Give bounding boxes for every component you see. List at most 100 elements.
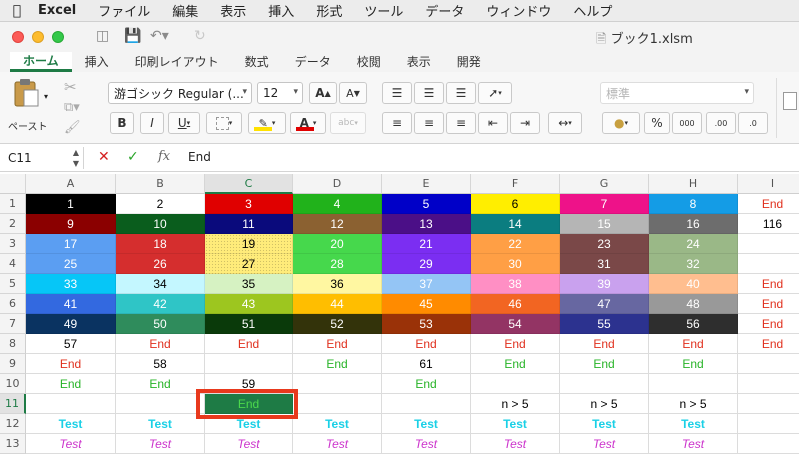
cell-b5[interactable]: 34 xyxy=(116,274,205,294)
align-bottom-button[interactable]: ☰ xyxy=(446,82,476,104)
menu-data[interactable]: データ xyxy=(414,1,475,20)
cell-e1[interactable]: 5 xyxy=(382,194,471,214)
menu-view[interactable]: 表示 xyxy=(209,1,257,20)
cell-a12[interactable]: Test xyxy=(26,414,116,434)
column-header-f[interactable]: F xyxy=(471,174,560,194)
cell-g1[interactable]: 7 xyxy=(560,194,649,214)
cell-a1[interactable]: 1 xyxy=(26,194,116,214)
menu-format[interactable]: 形式 xyxy=(305,1,353,20)
cell-c13[interactable]: Test xyxy=(205,434,293,454)
cell-a7[interactable]: 49 xyxy=(26,314,116,334)
font-name-select[interactable]: 游ゴシック Regular (... ▾ xyxy=(108,82,252,104)
cell-h2[interactable]: 16 xyxy=(649,214,738,234)
cell-d1[interactable]: 4 xyxy=(293,194,382,214)
cell-d11[interactable] xyxy=(293,394,382,414)
cell-e12[interactable]: Test xyxy=(382,414,471,434)
tab-view[interactable]: 表示 xyxy=(394,52,444,72)
format-painter-icon[interactable]: 🖌 xyxy=(64,120,81,135)
cell-g9[interactable]: End xyxy=(560,354,649,374)
increase-decimal-button[interactable]: .00 xyxy=(706,112,736,134)
cut-icon[interactable]: ✂ xyxy=(64,78,77,96)
cell-c11[interactable]: End xyxy=(205,394,293,414)
cell-g5[interactable]: 39 xyxy=(560,274,649,294)
cell-f5[interactable]: 38 xyxy=(471,274,560,294)
cell-i12[interactable] xyxy=(738,414,799,434)
cell-b13[interactable]: Test xyxy=(116,434,205,454)
cell-f8[interactable]: End xyxy=(471,334,560,354)
align-center-button[interactable]: ≡ xyxy=(414,112,444,134)
cell-i13[interactable] xyxy=(738,434,799,454)
row-header-7[interactable]: 7 xyxy=(0,314,26,334)
cell-a3[interactable]: 17 xyxy=(26,234,116,254)
cell-c12[interactable]: Test xyxy=(205,414,293,434)
cell-e10[interactable]: End xyxy=(382,374,471,394)
cell-b8[interactable]: End xyxy=(116,334,205,354)
cell-b7[interactable]: 50 xyxy=(116,314,205,334)
cell-e11[interactable] xyxy=(382,394,471,414)
cell-g3[interactable]: 23 xyxy=(560,234,649,254)
cell-h1[interactable]: 8 xyxy=(649,194,738,214)
cell-d7[interactable]: 52 xyxy=(293,314,382,334)
row-header-3[interactable]: 3 xyxy=(0,234,26,254)
column-header-c[interactable]: C xyxy=(205,174,293,194)
cell-b3[interactable]: 18 xyxy=(116,234,205,254)
menu-file[interactable]: ファイル xyxy=(87,1,161,20)
row-header-11[interactable]: 11 xyxy=(0,394,26,414)
cell-g2[interactable]: 15 xyxy=(560,214,649,234)
cell-b11[interactable] xyxy=(116,394,205,414)
cell-i2[interactable]: 116 xyxy=(738,214,799,234)
tab-data[interactable]: データ xyxy=(282,52,344,72)
cell-a11[interactable] xyxy=(26,394,116,414)
cell-d6[interactable]: 44 xyxy=(293,294,382,314)
cell-f12[interactable]: Test xyxy=(471,414,560,434)
row-header-1[interactable]: 1 xyxy=(0,194,26,214)
cell-h13[interactable]: Test xyxy=(649,434,738,454)
menu-help[interactable]: ヘルプ xyxy=(562,1,623,20)
cell-i11[interactable] xyxy=(738,394,799,414)
underline-button[interactable]: U ▾ xyxy=(168,112,200,134)
wrap-text-button[interactable]: ↔ ▾ xyxy=(548,112,582,134)
row-header-6[interactable]: 6 xyxy=(0,294,26,314)
cell-b4[interactable]: 26 xyxy=(116,254,205,274)
column-header-b[interactable]: B xyxy=(116,174,205,194)
cell-c9[interactable] xyxy=(205,354,293,374)
cell-a13[interactable]: Test xyxy=(26,434,116,454)
cell-d4[interactable]: 28 xyxy=(293,254,382,274)
align-left-button[interactable]: ≡ xyxy=(382,112,412,134)
cell-f1[interactable]: 6 xyxy=(471,194,560,214)
redo-icon[interactable]: ↻ xyxy=(194,28,206,44)
cell-i7[interactable]: End xyxy=(738,314,799,334)
cell-i10[interactable] xyxy=(738,374,799,394)
cell-f10[interactable] xyxy=(471,374,560,394)
row-header-12[interactable]: 12 xyxy=(0,414,26,434)
column-header-a[interactable]: A xyxy=(26,174,116,194)
select-all-corner[interactable] xyxy=(0,174,26,194)
column-header-d[interactable]: D xyxy=(293,174,382,194)
column-header-e[interactable]: E xyxy=(382,174,471,194)
row-header-10[interactable]: 10 xyxy=(0,374,26,394)
conditional-formatting-button[interactable] xyxy=(776,78,799,138)
menu-window[interactable]: ウィンドウ xyxy=(475,1,562,20)
paste-dropdown-icon[interactable]: ▾ xyxy=(44,92,48,101)
cell-e2[interactable]: 13 xyxy=(382,214,471,234)
font-size-select[interactable]: 12 ▾ xyxy=(257,82,303,104)
number-format-select[interactable]: 標準 ▾ xyxy=(600,82,754,104)
increase-indent-button[interactable]: ⇥ xyxy=(510,112,540,134)
cell-g13[interactable]: Test xyxy=(560,434,649,454)
insert-function-icon[interactable]: fx xyxy=(158,149,170,164)
cell-g12[interactable]: Test xyxy=(560,414,649,434)
cell-a10[interactable]: End xyxy=(26,374,116,394)
paste-button[interactable]: ▾ ペースト xyxy=(8,78,54,134)
cell-f4[interactable]: 30 xyxy=(471,254,560,274)
name-box[interactable]: C11 ▲ ▼ xyxy=(0,147,84,169)
column-header-h[interactable]: H xyxy=(649,174,738,194)
cell-c2[interactable]: 11 xyxy=(205,214,293,234)
bold-button[interactable]: B xyxy=(110,112,134,134)
increase-font-size-button[interactable]: A ▲ xyxy=(309,82,337,104)
cell-i4[interactable] xyxy=(738,254,799,274)
column-header-i[interactable]: I xyxy=(738,174,799,194)
align-right-button[interactable]: ≡ xyxy=(446,112,476,134)
cell-h5[interactable]: 40 xyxy=(649,274,738,294)
cell-g4[interactable]: 31 xyxy=(560,254,649,274)
row-header-5[interactable]: 5 xyxy=(0,274,26,294)
